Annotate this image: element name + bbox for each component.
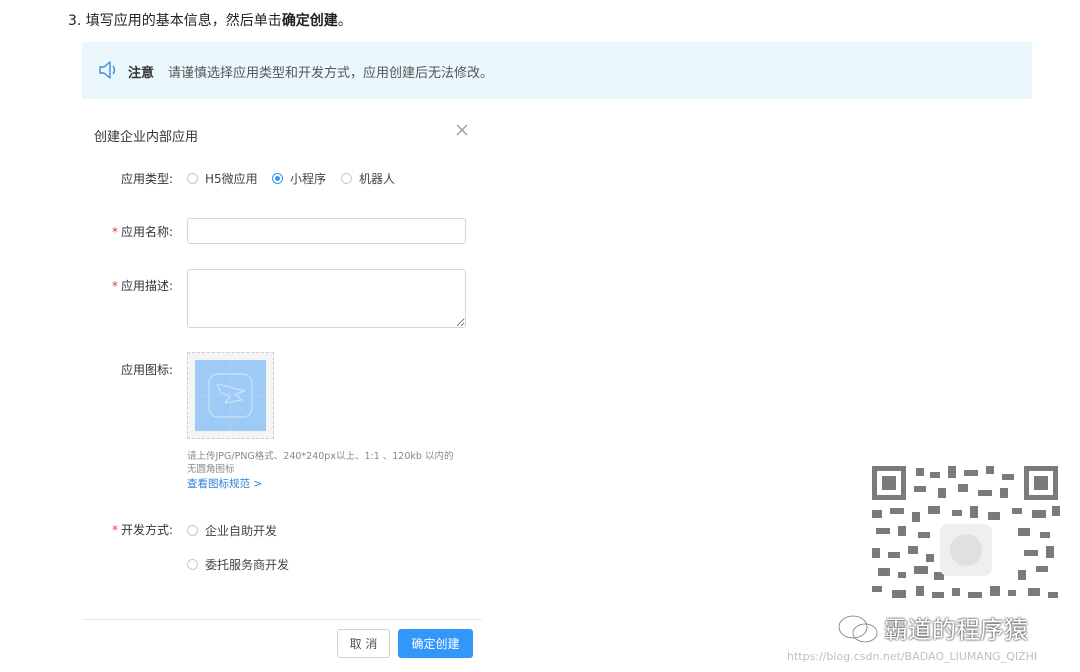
notice-text: 请谨慎选择应用类型和开发方式，应用创建后无法修改。 bbox=[168, 66, 494, 81]
cancel-button[interactable]: 取 消 bbox=[337, 629, 390, 658]
dev-mode-label: * 开发方式: bbox=[73, 521, 173, 538]
wechat-icon bbox=[838, 615, 878, 643]
radio-dot bbox=[187, 559, 198, 570]
radio-robot-label: 机器人 bbox=[359, 172, 396, 186]
radio-robot[interactable]: 机器人 bbox=[341, 170, 395, 187]
confirm-create-button[interactable]: 确定创建 bbox=[398, 629, 473, 658]
icon-spec-link[interactable]: 查看图标规范 > bbox=[187, 476, 262, 491]
app-type-label: 应用类型: bbox=[120, 172, 173, 186]
app-logo-icon bbox=[195, 360, 266, 431]
radio-dot-selected bbox=[272, 173, 283, 184]
speaker-icon bbox=[99, 61, 116, 79]
notice-banner: 注意 请谨慎选择应用类型和开发方式，应用创建后无法修改。 bbox=[82, 42, 1032, 99]
radio-h5-label: H5微应用 bbox=[205, 172, 258, 186]
qr-code-image bbox=[868, 462, 1062, 620]
radio-h5[interactable]: H5微应用 bbox=[187, 170, 258, 187]
dialog-title: 创建企业内部应用 bbox=[94, 130, 199, 145]
radio-miniprogram-label: 小程序 bbox=[290, 172, 327, 186]
radio-self-dev[interactable]: 企业自助开发 bbox=[187, 522, 277, 539]
required-mark: * bbox=[111, 523, 118, 537]
watermark-url: https://blog.csdn.net/BADAO_LIUMANG_QIZH… bbox=[787, 650, 1038, 663]
icon-placeholder bbox=[195, 360, 266, 431]
radio-dot bbox=[341, 173, 352, 184]
radio-self-dev-label: 企业自助开发 bbox=[205, 524, 278, 538]
step-suffix: 。 bbox=[337, 13, 352, 29]
close-icon[interactable] bbox=[452, 120, 472, 140]
app-name-label: * 应用名称: bbox=[73, 223, 173, 240]
radio-dot bbox=[187, 525, 198, 536]
app-name-label-text: 应用名称: bbox=[120, 225, 173, 239]
notice-title: 注意 bbox=[128, 66, 155, 81]
icon-hint-line1: 请上传JPG/PNG格式、240*240px以上、1:1 、120kb 以内的 bbox=[187, 451, 454, 462]
app-desc-textarea[interactable] bbox=[187, 269, 466, 328]
radio-vendor-dev[interactable]: 委托服务商开发 bbox=[187, 556, 289, 573]
required-mark: * bbox=[111, 279, 118, 293]
step-bold-action: 确定创建 bbox=[281, 13, 338, 29]
radio-miniprogram[interactable]: 小程序 bbox=[272, 170, 326, 187]
radio-dot bbox=[187, 173, 198, 184]
footer-divider bbox=[82, 619, 482, 620]
step-instruction: 3. 填写应用的基本信息，然后单击确定创建。 bbox=[68, 10, 352, 30]
required-mark: * bbox=[111, 225, 118, 239]
radio-vendor-dev-label: 委托服务商开发 bbox=[205, 558, 290, 572]
step-prefix: 3. 填写应用的基本信息，然后单击 bbox=[68, 13, 282, 29]
app-name-input[interactable] bbox=[187, 218, 466, 244]
dev-mode-label-text: 开发方式: bbox=[120, 523, 173, 537]
icon-upload-area[interactable] bbox=[187, 352, 274, 439]
app-desc-label-text: 应用描述: bbox=[120, 279, 173, 293]
app-desc-label: * 应用描述: bbox=[73, 277, 173, 294]
watermark-name: 霸道的程序猿 bbox=[884, 616, 1028, 644]
icon-hint-line2: 无圆角图标 bbox=[187, 464, 235, 475]
app-icon-label: 应用图标: bbox=[120, 363, 173, 377]
